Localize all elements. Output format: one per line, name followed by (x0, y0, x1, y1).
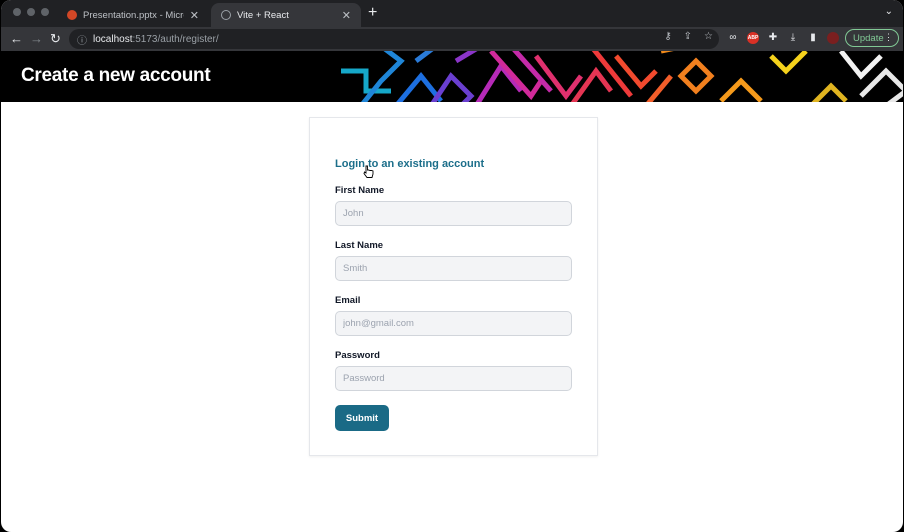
star-icon[interactable]: ☆ (704, 31, 713, 42)
first-name-field[interactable] (335, 201, 572, 226)
pointer-cursor-icon (363, 165, 374, 178)
powerpoint-icon (67, 10, 77, 20)
share-icon[interactable]: ⇪ (684, 31, 692, 42)
url-path: :5173/auth/register/ (132, 33, 219, 45)
forward-icon[interactable]: → (30, 30, 43, 48)
update-label: Update (853, 32, 884, 44)
close-icon[interactable]: ✕ (342, 9, 351, 22)
password-field[interactable] (335, 366, 572, 391)
new-tab-icon[interactable]: + (368, 4, 377, 22)
tab-strip: Presentation.pptx - Microsoft P ✕ Vite +… (1, 0, 903, 27)
page-header: Create a new account (1, 51, 903, 102)
url-host: localhost (93, 33, 133, 45)
globe-icon (221, 10, 231, 20)
chevron-down-icon[interactable]: ⌄ (885, 6, 893, 17)
update-button[interactable]: Update ⋮ (845, 29, 899, 47)
key-icon[interactable]: ⚷ (664, 31, 671, 42)
login-link[interactable]: Login to an existing account (335, 158, 484, 170)
profile-avatar[interactable] (827, 32, 839, 44)
minimize-window-dot[interactable] (27, 8, 35, 16)
address-bar[interactable]: ⓘ localhost:5173/auth/register/ ⚷ ⇪ ☆ (69, 29, 719, 49)
last-name-label: Last Name (335, 240, 384, 251)
email-label: Email (335, 295, 361, 306)
more-icon[interactable]: ⋮ (884, 32, 893, 43)
page-title: Create a new account (21, 65, 211, 86)
tab-title: Presentation.pptx - Microsoft P (83, 9, 184, 21)
close-window-dot[interactable] (13, 8, 21, 16)
tab-title: Vite + React (237, 9, 289, 21)
maximize-window-dot[interactable] (41, 8, 49, 16)
sidebar-icon[interactable]: ▮ (807, 32, 819, 44)
browser-window: Presentation.pptx - Microsoft P ✕ Vite +… (1, 0, 903, 532)
submit-button[interactable]: Submit (335, 405, 389, 431)
password-label: Password (335, 350, 380, 361)
register-card: Login to an existing account First Name … (309, 117, 598, 456)
tab-presentation[interactable]: Presentation.pptx - Microsoft P ✕ (57, 3, 209, 27)
info-icon[interactable]: ⓘ (77, 32, 87, 47)
browser-toolbar: ← → ↻ ⓘ localhost:5173/auth/register/ ⚷ … (1, 27, 903, 51)
puzzle-icon[interactable]: ✚ (767, 32, 779, 44)
glasses-icon[interactable]: ∞ (727, 32, 739, 44)
adblock-icon[interactable]: ABP (747, 32, 759, 44)
email-field[interactable] (335, 311, 572, 336)
tab-vite-react[interactable]: Vite + React ✕ (211, 3, 361, 27)
download-icon[interactable]: ⤓ (787, 32, 799, 44)
close-icon[interactable]: ✕ (190, 9, 199, 22)
back-icon[interactable]: ← (10, 30, 23, 48)
reload-icon[interactable]: ↻ (50, 30, 61, 48)
first-name-label: First Name (335, 185, 385, 196)
last-name-field[interactable] (335, 256, 572, 281)
header-pattern-image (341, 51, 903, 102)
